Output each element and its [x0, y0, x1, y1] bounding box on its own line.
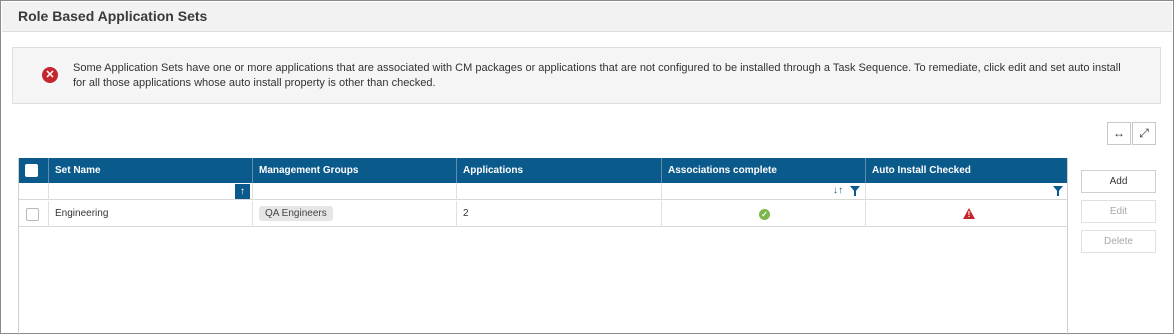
- auto-install-checked-cell: !: [866, 201, 1067, 227]
- applications-count-cell: 2: [457, 201, 662, 227]
- delete-button[interactable]: Delete: [1081, 230, 1156, 253]
- column-header-auto-install-checked[interactable]: Auto Install Checked: [866, 158, 1067, 183]
- management-group-cell: QA Engineers: [253, 201, 457, 227]
- filter-icon[interactable]: [1053, 186, 1063, 196]
- page-title: Role Based Application Sets: [18, 8, 208, 24]
- filter-cell-auto-install-checked[interactable]: [866, 183, 1067, 200]
- filter-cell-associations-complete[interactable]: ↓↑: [662, 183, 866, 200]
- select-all-cell: [19, 158, 49, 183]
- check-icon: ✓: [759, 209, 770, 220]
- error-circle-icon: ✕: [42, 67, 58, 83]
- filter-cell-applications[interactable]: [457, 183, 662, 200]
- column-header-management-groups[interactable]: Management Groups: [253, 158, 457, 183]
- filter-row: ↑ ↓↑: [19, 183, 1067, 200]
- filter-icon[interactable]: [850, 186, 860, 196]
- page-header: Role Based Application Sets: [2, 2, 1172, 32]
- filter-cell-set-name[interactable]: ↑: [49, 183, 253, 200]
- warning-icon: !: [963, 208, 975, 219]
- filter-cell-select: [19, 183, 49, 200]
- associations-complete-cell: ✓: [662, 201, 866, 227]
- select-all-checkbox[interactable]: [25, 164, 38, 177]
- add-button[interactable]: Add: [1081, 170, 1156, 193]
- column-header-applications[interactable]: Applications: [457, 158, 662, 183]
- management-group-tag: QA Engineers: [259, 206, 333, 221]
- sort-toggle-icon[interactable]: ↓↑: [832, 184, 844, 198]
- application-sets-grid: Set Name Management Groups Applications …: [18, 158, 1068, 335]
- row-select-cell: [19, 201, 49, 227]
- row-checkbox[interactable]: [26, 208, 39, 221]
- app-window: Role Based Application Sets ✕ Some Appli…: [0, 0, 1174, 335]
- sort-ascending-icon[interactable]: ↑: [235, 184, 250, 199]
- error-alert: ✕ Some Application Sets have one or more…: [12, 47, 1161, 104]
- table-row[interactable]: Engineering QA Engineers 2 ✓ !: [19, 201, 1067, 227]
- fit-width-button[interactable]: ↔: [1107, 122, 1131, 145]
- column-header-set-name[interactable]: Set Name: [49, 158, 253, 183]
- edit-button[interactable]: Edit: [1081, 200, 1156, 223]
- expand-button[interactable]: ⤢: [1132, 122, 1156, 145]
- set-name-cell: Engineering: [49, 201, 253, 227]
- filter-cell-management-groups[interactable]: [253, 183, 457, 200]
- column-header-associations-complete[interactable]: Associations complete: [662, 158, 866, 183]
- alert-message: Some Application Sets have one or more a…: [73, 62, 1121, 89]
- grid-header: Set Name Management Groups Applications …: [19, 158, 1067, 183]
